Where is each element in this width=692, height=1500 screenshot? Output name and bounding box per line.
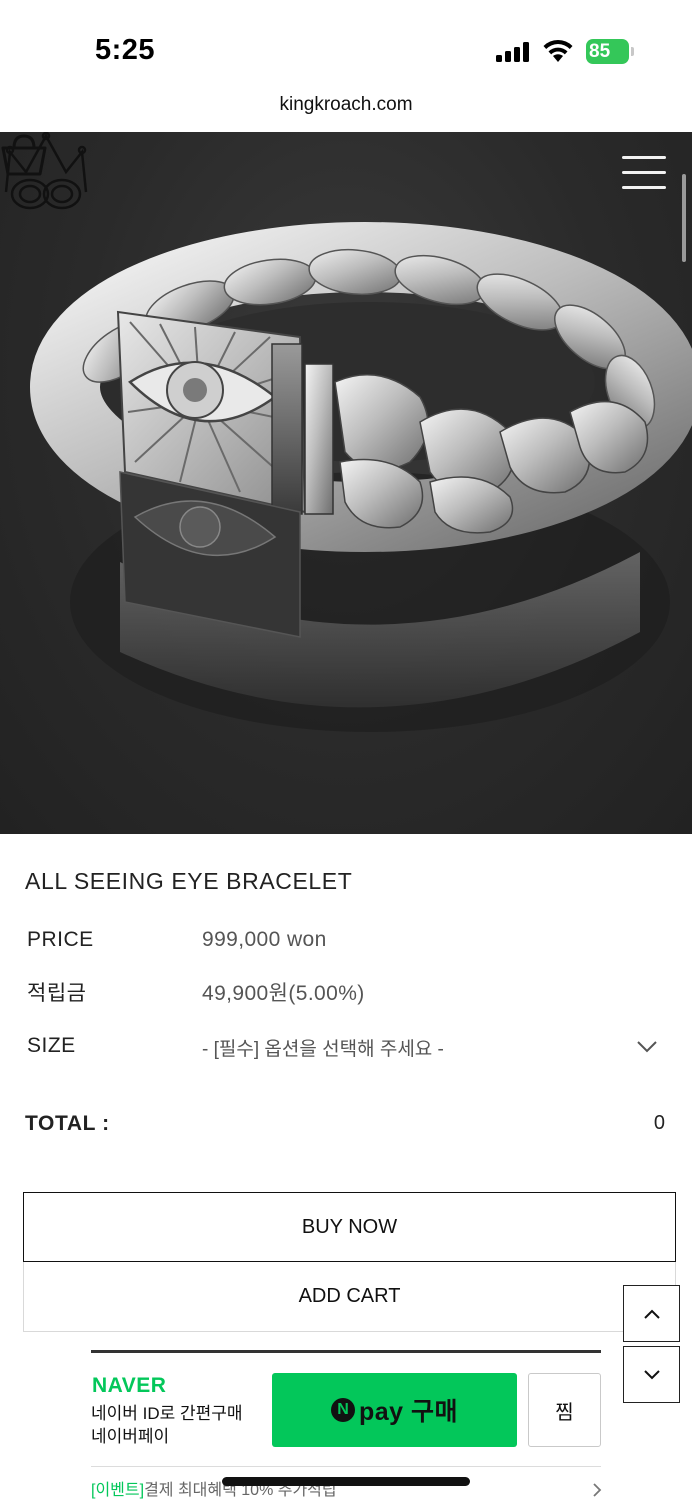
add-cart-button[interactable]: ADD CART <box>23 1262 676 1332</box>
points-label: 적립금 <box>27 982 87 1005</box>
size-label: SIZE <box>27 1034 76 1057</box>
chevron-right-icon <box>593 1483 602 1497</box>
npay-divider <box>91 1350 601 1353</box>
npay-buy-label: pay 구매 <box>358 1398 459 1426</box>
price-label: PRICE <box>27 928 94 951</box>
total-label: TOTAL : <box>25 1112 110 1135</box>
points-value: 49,900원(5.00%) <box>202 982 365 1005</box>
hamburger-menu-icon[interactable] <box>622 156 666 190</box>
product-title: ALL SEEING EYE BRACELET <box>25 868 353 894</box>
buy-now-button[interactable]: BUY NOW <box>23 1192 676 1262</box>
npay-event-divider <box>91 1466 601 1467</box>
wifi-icon <box>543 39 573 62</box>
event-tag: [이벤트] <box>91 1482 145 1499</box>
naver-logo: NAVER <box>92 1374 167 1397</box>
price-value: 999,000 won <box>202 928 327 951</box>
battery-icon: 85 <box>586 39 634 64</box>
product-hero-image <box>0 132 692 834</box>
npay-n-icon: N <box>330 1398 355 1422</box>
wishlist-button[interactable]: 찜 <box>528 1373 601 1447</box>
naver-desc-line1: 네이버 ID로 간편구매 <box>91 1404 243 1423</box>
status-bar: 5:25 85 <box>0 0 692 90</box>
size-select[interactable]: - [필수] 옵션을 선택해 주세요 - <box>202 1034 662 1064</box>
add-cart-label: ADD CART <box>298 1285 401 1307</box>
page-scrollbar[interactable] <box>682 174 686 262</box>
shopping-basket-icon[interactable] <box>0 132 48 178</box>
battery-level: 85 <box>589 41 611 62</box>
chevron-up-icon <box>643 1309 660 1319</box>
points-row: 적립금 49,900원(5.00%) <box>27 977 667 1007</box>
chevron-down-icon <box>637 1041 657 1053</box>
buy-now-label: BUY NOW <box>301 1215 398 1238</box>
chevron-down-icon <box>643 1369 660 1379</box>
home-indicator <box>222 1477 470 1486</box>
scroll-top-button[interactable] <box>623 1285 680 1342</box>
signal-icon <box>496 42 532 62</box>
naver-description: 네이버 ID로 간편구매 네이버페이 <box>91 1402 243 1448</box>
npay-buy-button[interactable]: N pay 구매 <box>272 1373 517 1447</box>
status-time: 5:25 <box>95 34 156 66</box>
scroll-bottom-button[interactable] <box>623 1346 680 1403</box>
browser-url[interactable]: kingkroach.com <box>0 94 692 116</box>
size-row: SIZE - [필수] 옵션을 선택해 주세요 - <box>27 1034 667 1064</box>
total-value: 0 <box>653 1112 665 1134</box>
silver-bracelet-image <box>30 222 692 732</box>
naver-desc-line2: 네이버페이 <box>91 1427 170 1446</box>
size-select-placeholder: - [필수] 옵션을 선택해 주세요 - <box>202 1039 444 1060</box>
price-row: PRICE 999,000 won <box>27 928 667 958</box>
wishlist-label: 찜 <box>555 1401 574 1424</box>
